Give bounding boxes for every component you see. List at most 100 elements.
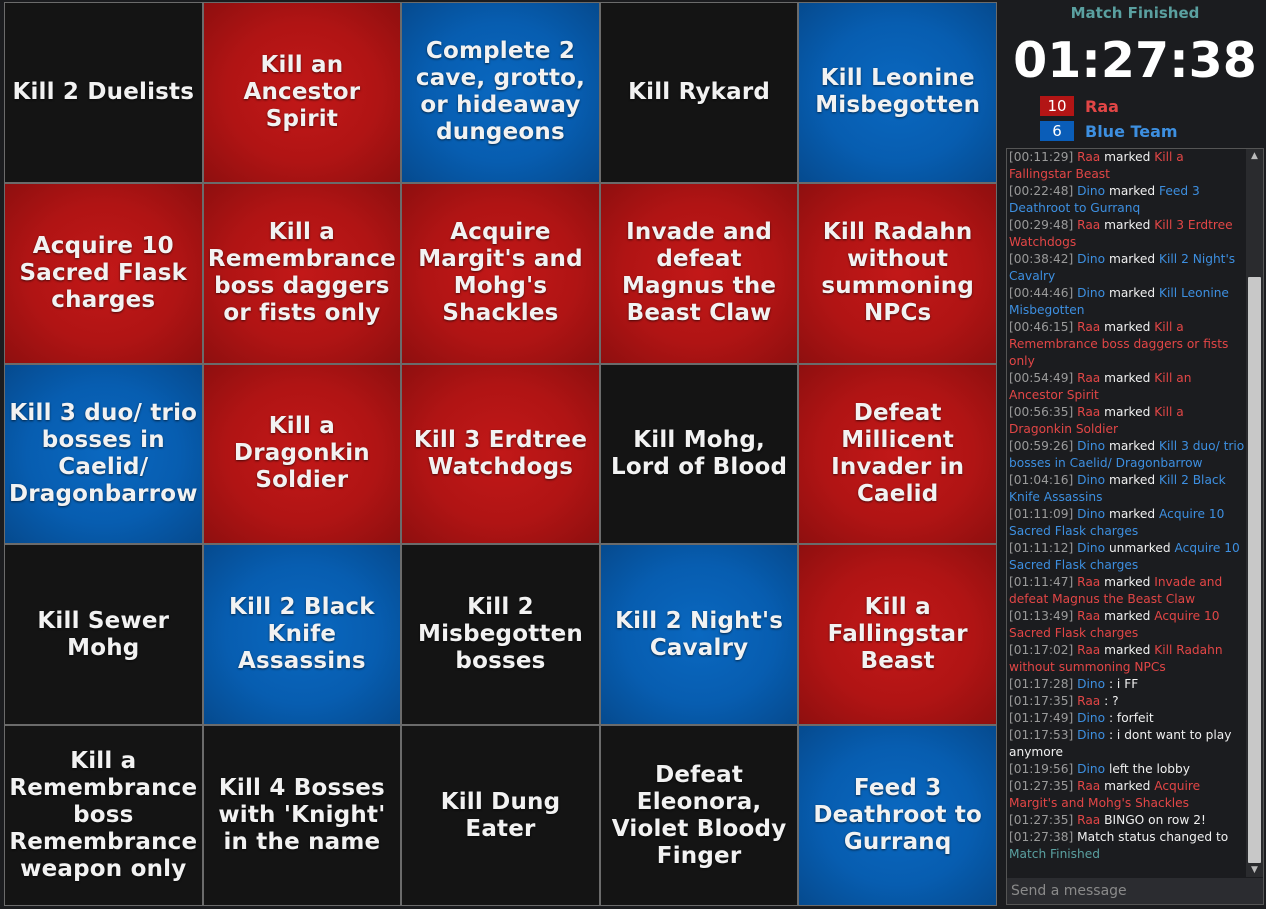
board-cell[interactable]: Defeat Eleonora, Violet Bloody Finger — [600, 726, 798, 905]
chat-timestamp: [01:27:35] — [1009, 779, 1074, 793]
chat-message: [01:17:49] Dino : forfeit — [1009, 710, 1245, 727]
chat-panel: [00:11:29] Raa marked Kill a Fallingstar… — [1006, 148, 1264, 905]
chat-action: marked — [1104, 609, 1151, 623]
chat-username: Raa — [1077, 575, 1101, 589]
chat-message: [01:19:56] Dino left the lobby — [1009, 761, 1245, 778]
scroll-down-arrow-icon[interactable]: ▼ — [1246, 863, 1263, 877]
chat-action: marked — [1104, 371, 1151, 385]
chat-message: [00:29:48] Raa marked Kill 3 Erdtree Wat… — [1009, 217, 1245, 251]
chat-message: [00:56:35] Raa marked Kill a Dragonkin S… — [1009, 404, 1245, 438]
chat-message-input[interactable] — [1007, 878, 1263, 904]
chat-action: marked — [1108, 473, 1156, 487]
chat-action: marked — [1108, 439, 1156, 453]
chat-action: unmarked — [1108, 541, 1171, 555]
board-cell[interactable]: Feed 3 Deathroot to Gurranq — [799, 726, 996, 905]
chat-username: Dino — [1077, 184, 1106, 198]
chat-username: Raa — [1077, 643, 1101, 657]
board-cell[interactable]: Kill 3 Erdtree Watchdogs — [402, 364, 599, 544]
chat-action: marked — [1104, 643, 1151, 657]
board-cell[interactable]: Kill a Fallingstar Beast — [799, 545, 996, 725]
chat-message: [00:54:49] Raa marked Kill an Ancestor S… — [1009, 370, 1245, 404]
match-timer: 01:27:38 — [1013, 32, 1257, 89]
chat-timestamp: [00:29:48] — [1009, 218, 1074, 232]
chat-username: Dino — [1077, 439, 1106, 453]
board-cell[interactable]: Kill Radahn without summoning NPCs — [799, 183, 996, 363]
board-cell[interactable]: Kill a Remembrance boss daggers or fists… — [203, 183, 401, 363]
board-cell[interactable]: Kill Sewer Mohg — [5, 545, 202, 725]
chat-timestamp: [00:11:29] — [1009, 150, 1074, 164]
chat-action: marked — [1108, 507, 1156, 521]
board-cell[interactable]: Complete 2 cave, grotto, or hideaway dun… — [402, 3, 599, 182]
board-cell[interactable]: Kill 2 Misbegotten bosses — [402, 545, 599, 725]
chat-text: : forfeit — [1105, 711, 1154, 725]
chat-timestamp: [01:17:53] — [1009, 728, 1074, 742]
board-cell[interactable]: Kill Rykard — [600, 3, 798, 182]
board-cell[interactable]: Kill Leonine Misbegotten — [799, 3, 996, 182]
chat-scrollbar[interactable]: ▲ ▼ — [1246, 149, 1263, 877]
chat-message: [01:11:12] Dino unmarked Acquire 10 Sacr… — [1009, 540, 1245, 574]
team-blue-score: 6 — [1040, 121, 1074, 141]
chat-username: Dino — [1077, 762, 1106, 776]
chat-message: [01:17:35] Raa : ? — [1009, 693, 1245, 710]
board-cell[interactable]: Kill a Remembrance boss Remembrance weap… — [5, 726, 202, 905]
chat-action: marked — [1104, 218, 1151, 232]
team-red-score: 10 — [1040, 96, 1074, 116]
board-cell[interactable]: Kill Mohg, Lord of Blood — [600, 364, 798, 544]
board-cell[interactable]: Kill 3 duo/ trio bosses in Caelid/ Drago… — [5, 364, 202, 544]
chat-username: Dino — [1077, 473, 1106, 487]
chat-username: Raa — [1077, 813, 1101, 827]
chat-message: [01:27:35] Raa BINGO on row 2! — [1009, 812, 1245, 829]
board-cell[interactable]: Defeat Millicent Invader in Caelid — [799, 364, 996, 544]
board-cell[interactable]: Acquire 10 Sacred Flask charges — [5, 183, 202, 363]
chat-timestamp: [01:19:56] — [1009, 762, 1074, 776]
board-cell[interactable]: Acquire Margit's and Mohg's Shackles — [402, 183, 599, 363]
board-cell[interactable]: Kill a Dragonkin Soldier — [203, 364, 401, 544]
scrollbar-thumb[interactable] — [1248, 277, 1261, 863]
board-cell[interactable]: Kill 2 Black Knife Assassins — [203, 545, 401, 725]
chat-username: Raa — [1077, 150, 1101, 164]
scroll-up-arrow-icon[interactable]: ▲ — [1246, 149, 1263, 163]
chat-message: [01:11:09] Dino marked Acquire 10 Sacred… — [1009, 506, 1245, 540]
chat-message: [01:27:35] Raa marked Acquire Margit's a… — [1009, 778, 1245, 812]
chat-text: : ? — [1100, 694, 1119, 708]
chat-username: Dino — [1077, 252, 1106, 266]
chat-action: marked — [1108, 286, 1156, 300]
team-red: 10 Raa — [1040, 95, 1119, 117]
chat-message: [01:13:49] Raa marked Acquire 10 Sacred … — [1009, 608, 1245, 642]
chat-username: Raa — [1077, 694, 1101, 708]
chat-action: marked — [1104, 320, 1151, 334]
chat-username: Raa — [1077, 779, 1101, 793]
chat-message: [01:04:16] Dino marked Kill 2 Black Knif… — [1009, 472, 1245, 506]
chat-timestamp: [01:27:35] — [1009, 813, 1074, 827]
chat-timestamp: [01:17:28] — [1009, 677, 1074, 691]
match-status: Match Finished — [1070, 4, 1200, 22]
chat-action: marked — [1104, 405, 1151, 419]
chat-message: [00:44:46] Dino marked Kill Leonine Misb… — [1009, 285, 1245, 319]
team-blue-name: Blue Team — [1085, 121, 1178, 141]
chat-username: Dino — [1077, 677, 1106, 691]
board-cell[interactable]: Kill 2 Duelists — [5, 3, 202, 182]
chat-message: [01:17:28] Dino : i FF — [1009, 676, 1245, 693]
chat-timestamp: [01:17:35] — [1009, 694, 1074, 708]
chat-timestamp: [01:27:38] — [1009, 830, 1074, 844]
chat-timestamp: [00:56:35] — [1009, 405, 1074, 419]
board-cell[interactable]: Kill Dung Eater — [402, 726, 599, 905]
chat-username: Dino — [1077, 711, 1106, 725]
board-cell[interactable]: Invade and defeat Magnus the Beast Claw — [600, 183, 798, 363]
chat-text: : i FF — [1105, 677, 1139, 691]
chat-username: Raa — [1077, 320, 1101, 334]
team-red-name: Raa — [1085, 96, 1119, 116]
board-cell[interactable]: Kill an Ancestor Spirit — [203, 3, 401, 182]
board-cell[interactable]: Kill 2 Night's Cavalry — [600, 545, 798, 725]
board-cell[interactable]: Kill 4 Bosses with 'Knight' in the name — [203, 726, 401, 905]
chat-text: BINGO on row 2! — [1100, 813, 1206, 827]
chat-timestamp: [00:46:15] — [1009, 320, 1074, 334]
chat-username: Dino — [1077, 728, 1106, 742]
chat-username: Raa — [1077, 609, 1101, 623]
chat-timestamp: [01:11:47] — [1009, 575, 1074, 589]
chat-username: Raa — [1077, 218, 1101, 232]
chat-action: marked — [1104, 575, 1151, 589]
chat-action: marked — [1108, 184, 1156, 198]
chat-username: Dino — [1077, 541, 1106, 555]
chat-timestamp: [01:17:49] — [1009, 711, 1074, 725]
